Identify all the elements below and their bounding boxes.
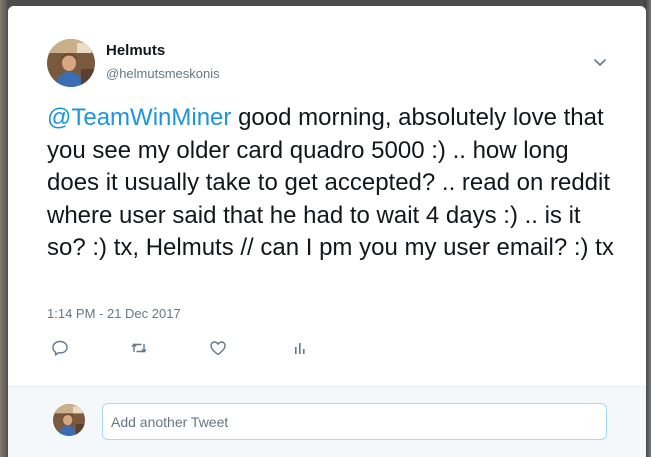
reply-icon[interactable] (50, 338, 70, 358)
avatar[interactable] (47, 39, 95, 87)
tweet-timestamp[interactable]: 1:14 PM - 21 Dec 2017 (47, 306, 181, 321)
mention-link[interactable]: @TeamWinMiner (47, 104, 231, 131)
add-tweet-input[interactable] (102, 403, 607, 440)
like-icon[interactable] (208, 338, 228, 358)
reply-composer (8, 386, 646, 457)
author-name[interactable]: Helmuts (106, 42, 165, 59)
tweet-modal: Helmuts @helmutsmeskonis @TeamWinMiner g… (8, 6, 646, 457)
chevron-down-icon[interactable] (591, 53, 609, 71)
retweet-icon[interactable] (129, 338, 149, 358)
tweet: Helmuts @helmutsmeskonis @TeamWinMiner g… (8, 6, 646, 386)
tweet-text: @TeamWinMiner good morning, absolutely l… (47, 102, 617, 265)
author-handle[interactable]: @helmutsmeskonis (106, 66, 220, 81)
analytics-icon[interactable] (290, 338, 310, 358)
avatar (53, 404, 85, 436)
tweet-actions (47, 338, 347, 358)
